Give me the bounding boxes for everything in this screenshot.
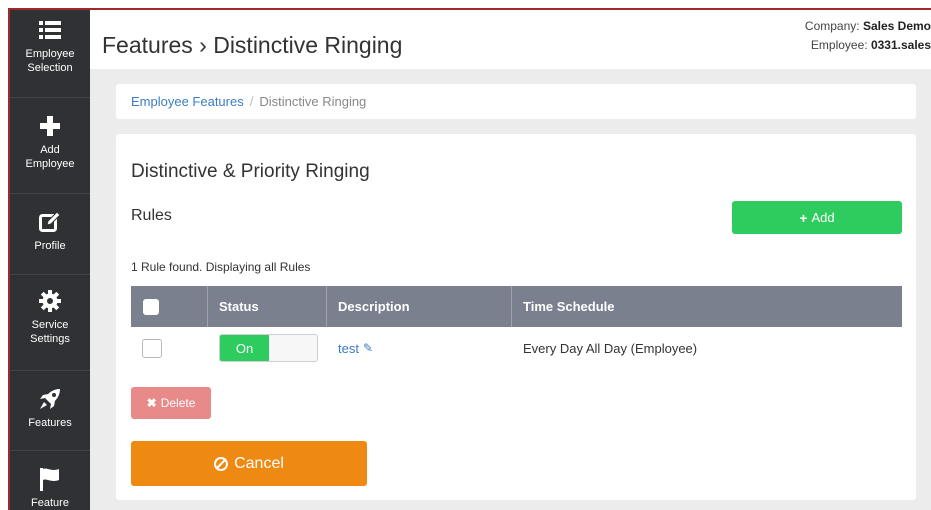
- description-link[interactable]: test: [338, 341, 359, 356]
- column-header-status[interactable]: Status: [208, 286, 327, 327]
- status-cell: On: [208, 327, 327, 369]
- sidebar-divider: [10, 370, 90, 371]
- sidebar-divider: [10, 274, 90, 275]
- cancel-button-label: Cancel: [234, 454, 284, 472]
- description-cell: test ✎: [327, 327, 512, 369]
- company-label: Company:: [804, 19, 860, 33]
- breadcrumb-separator: /: [249, 94, 254, 109]
- table-row: On test ✎ Every Day All Day (Employee): [131, 327, 902, 369]
- sidebar: Employee Selection Add Employee Profile: [10, 10, 100, 510]
- sidebar-label: Service: [31, 319, 69, 331]
- rocket-icon: [38, 387, 62, 411]
- flag-icon: [39, 467, 61, 491]
- employee-line: Employee: 0331.sales: [805, 36, 931, 55]
- sidebar-divider: [10, 97, 90, 98]
- column-header-time-schedule[interactable]: Time Schedule: [512, 286, 902, 327]
- sidebar-label: Employee: [25, 48, 75, 60]
- sidebar-label: Settings: [30, 333, 70, 345]
- sidebar-item-feature[interactable]: Feature: [10, 467, 90, 510]
- employee-value: 0331.sales: [870, 38, 931, 52]
- breadcrumb: Employee Features / Distinctive Ringing: [116, 84, 916, 119]
- toggle-on-label: On: [220, 335, 269, 361]
- sidebar-item-add-employee[interactable]: Add Employee: [10, 114, 90, 171]
- ban-icon: [214, 456, 229, 471]
- sidebar-divider: [10, 450, 90, 451]
- delete-button-label: Delete: [160, 396, 196, 410]
- sidebar-label: Features: [28, 417, 72, 429]
- sidebar-divider: [10, 193, 90, 194]
- row-select-cell: [131, 327, 208, 369]
- sidebar-label: Profile: [34, 240, 66, 252]
- table-header: Status Description Time Schedule: [131, 286, 902, 327]
- time-schedule-cell: Every Day All Day (Employee): [523, 340, 698, 356]
- sidebar-item-features[interactable]: Features: [10, 387, 90, 430]
- toggle-off-side: [269, 335, 317, 361]
- close-icon: ✖: [146, 396, 157, 410]
- account-info: Company: Sales Demo Employee: 0331.sales: [805, 17, 931, 55]
- main-content: Features › Distinctive Ringing Company: …: [90, 10, 931, 510]
- delete-button[interactable]: ✖ Delete: [131, 387, 211, 419]
- status-toggle[interactable]: On: [219, 334, 318, 362]
- header-select-cell: [131, 286, 208, 327]
- sidebar-label: Feature: [31, 497, 69, 509]
- list-icon: [39, 18, 61, 42]
- sidebar-item-profile[interactable]: Profile: [10, 210, 90, 253]
- add-button-label: Add: [811, 210, 835, 225]
- gear-icon: [39, 289, 61, 313]
- pencil-icon[interactable]: ✎: [363, 341, 373, 355]
- company-line: Company: Sales Demo: [805, 17, 931, 36]
- cancel-button[interactable]: Cancel: [131, 441, 367, 486]
- sidebar-label: Selection: [27, 62, 73, 74]
- sidebar-label: Add: [40, 144, 60, 156]
- sidebar-label: Employee: [25, 158, 75, 170]
- plus-icon: [40, 114, 60, 138]
- plus-icon: +: [799, 209, 808, 226]
- select-all-checkbox[interactable]: [143, 298, 159, 315]
- panel-title: Distinctive & Priority Ringing: [131, 161, 370, 182]
- row-checkbox[interactable]: [142, 338, 162, 358]
- rules-count: 1 Rule found. Displaying all Rules: [131, 260, 311, 274]
- page-header: Features › Distinctive Ringing Company: …: [90, 10, 931, 69]
- breadcrumb-link-employee-features[interactable]: Employee Features: [131, 94, 244, 109]
- edit-icon: [39, 210, 61, 234]
- employee-label: Employee:: [810, 38, 868, 52]
- sidebar-item-service-settings[interactable]: Service Settings: [10, 289, 90, 346]
- page-title: Features › Distinctive Ringing: [102, 32, 403, 58]
- sidebar-item-employee-selection[interactable]: Employee Selection: [10, 18, 90, 75]
- rules-table: Status Description Time Schedule On test…: [131, 286, 902, 369]
- company-value: Sales Demo: [862, 19, 931, 33]
- rules-panel: Distinctive & Priority Ringing Rules + A…: [116, 134, 916, 500]
- add-rule-button[interactable]: + Add: [732, 201, 902, 234]
- rules-heading: Rules: [131, 207, 172, 224]
- column-header-description[interactable]: Description: [327, 286, 512, 327]
- breadcrumb-current: Distinctive Ringing: [259, 94, 367, 109]
